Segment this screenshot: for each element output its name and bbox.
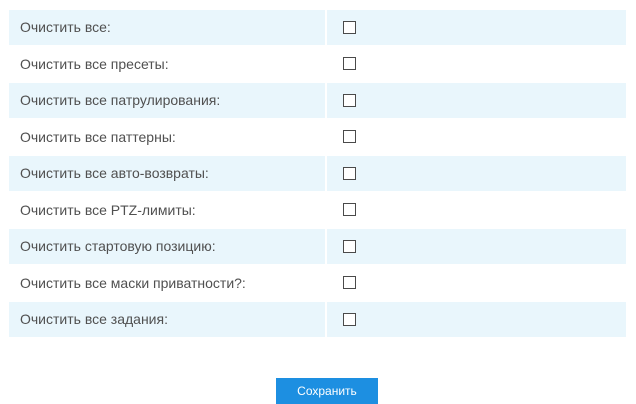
clear-start-position-checkbox-cell	[327, 229, 626, 264]
clear-row-all: Очистить все:	[9, 10, 626, 45]
clear-all-checkbox-cell	[327, 10, 626, 45]
clear-presets-checkbox[interactable]	[343, 57, 356, 71]
save-button[interactable]: Сохранить	[276, 378, 378, 404]
clear-row-patrols: Очистить все патрулирования:	[9, 83, 626, 118]
clear-ptz-limits-checkbox-cell	[327, 192, 626, 227]
clear-start-position-checkbox[interactable]	[343, 239, 356, 253]
clear-all-label: Очистить все:	[9, 10, 325, 45]
clear-all-checkbox[interactable]	[343, 20, 356, 34]
clear-row-auto-returns: Очистить все авто-возвраты:	[9, 156, 626, 191]
clear-tasks-label: Очистить все задания:	[9, 302, 325, 337]
clear-ptz-limits-checkbox[interactable]	[343, 203, 356, 217]
clear-privacy-masks-checkbox[interactable]	[343, 276, 356, 290]
clear-auto-returns-checkbox-cell	[327, 156, 626, 191]
clear-auto-returns-label: Очистить все авто-возвраты:	[9, 156, 325, 191]
clear-row-tasks: Очистить все задания:	[9, 302, 626, 337]
ptz-clear-config-page: Очистить все: Очистить все пресеты: Очис…	[0, 0, 636, 404]
clear-row-privacy-masks: Очистить все маски приватности?:	[9, 265, 626, 300]
clear-row-patterns: Очистить все паттерны:	[9, 119, 626, 154]
clear-patterns-checkbox-cell	[327, 119, 626, 154]
clear-privacy-masks-checkbox-cell	[327, 265, 626, 300]
clear-auto-returns-checkbox[interactable]	[343, 166, 356, 180]
clear-patrols-checkbox[interactable]	[343, 93, 356, 107]
clear-patterns-label: Очистить все паттерны:	[9, 119, 325, 154]
clear-presets-checkbox-cell	[327, 46, 626, 81]
clear-ptz-limits-label: Очистить все PTZ-лимиты:	[9, 192, 325, 227]
clear-patrols-checkbox-cell	[327, 83, 626, 118]
clear-presets-label: Очистить все пресеты:	[9, 46, 325, 81]
clear-start-position-label: Очистить стартовую позицию:	[9, 229, 325, 264]
clear-row-start-position: Очистить стартовую позицию:	[9, 229, 626, 264]
clear-patrols-label: Очистить все патрулирования:	[9, 83, 325, 118]
clear-privacy-masks-label: Очистить все маски приватности?:	[9, 265, 325, 300]
clear-tasks-checkbox[interactable]	[343, 312, 356, 326]
clear-settings-table: Очистить все: Очистить все пресеты: Очис…	[9, 10, 626, 339]
clear-patterns-checkbox[interactable]	[343, 130, 356, 144]
clear-row-ptz-limits: Очистить все PTZ-лимиты:	[9, 192, 626, 227]
clear-row-presets: Очистить все пресеты:	[9, 46, 626, 81]
clear-tasks-checkbox-cell	[327, 302, 626, 337]
